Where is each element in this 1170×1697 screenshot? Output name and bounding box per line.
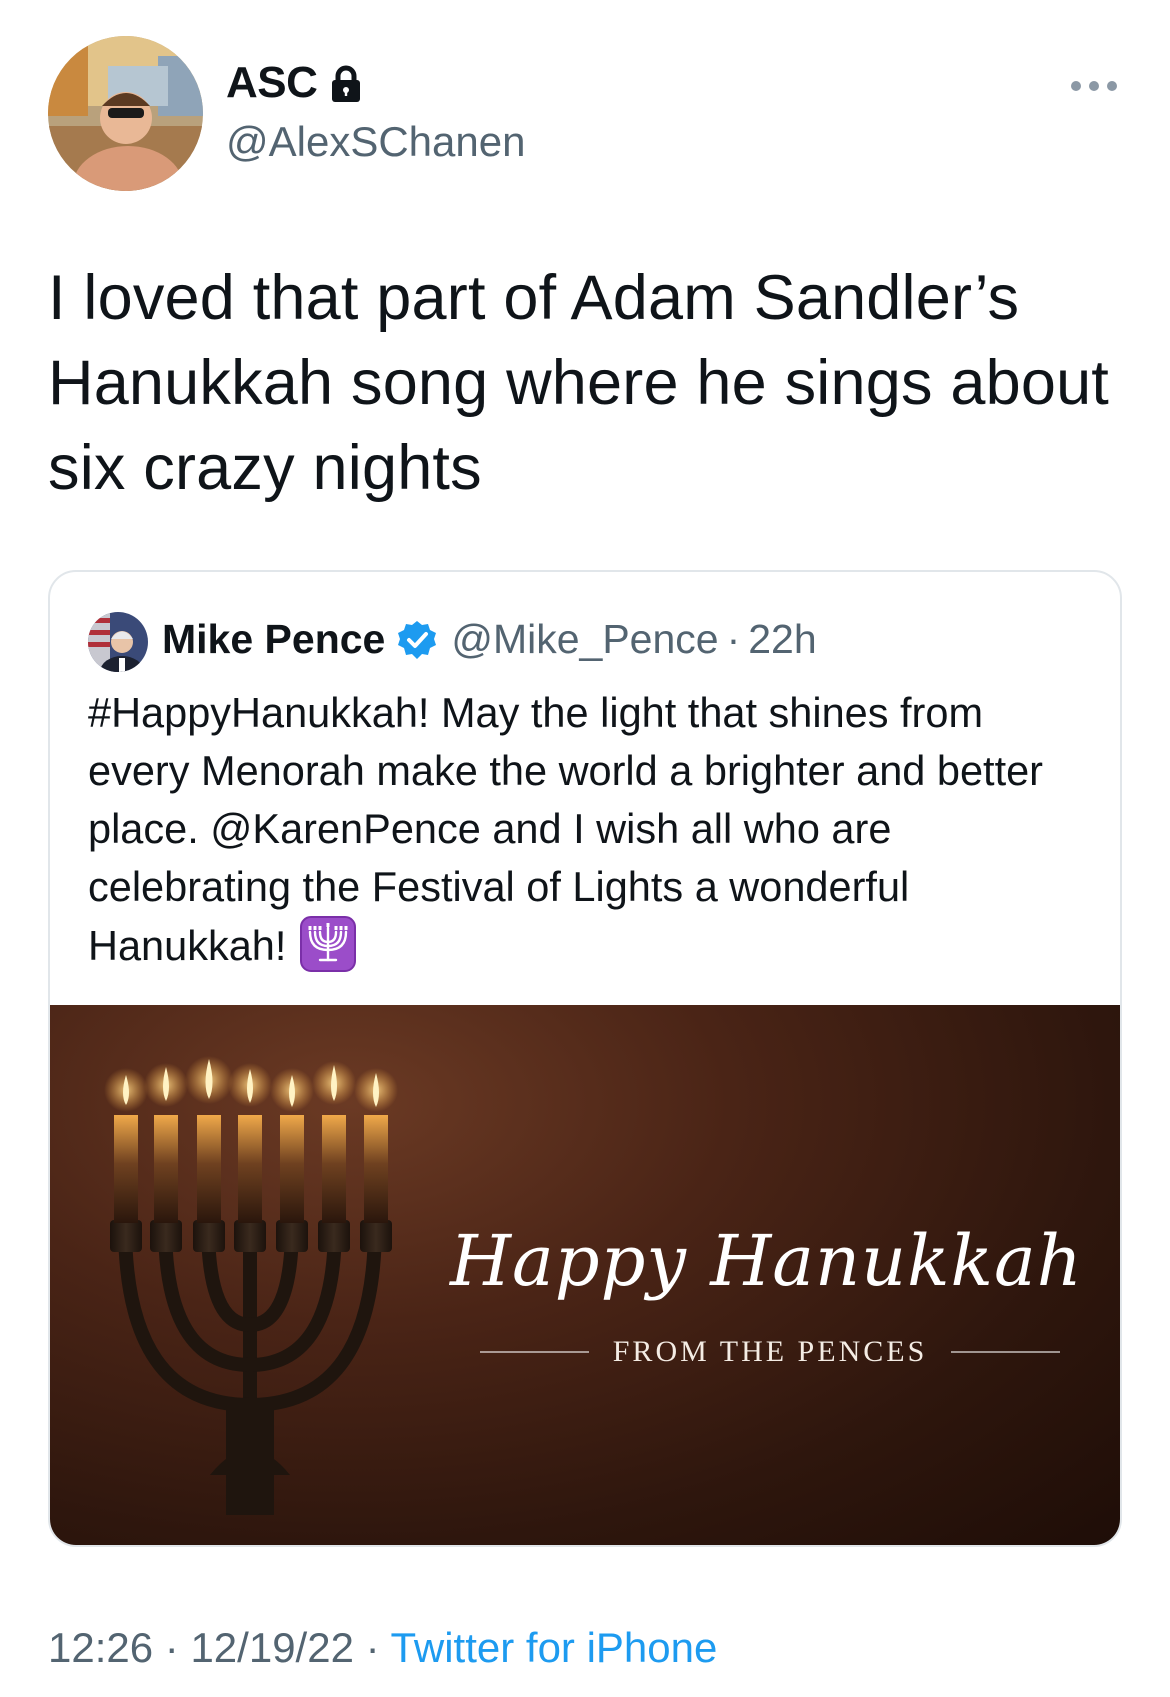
quoted-tweet-text-body: #HappyHanukkah! May the light that shine… bbox=[88, 689, 1044, 969]
meta-separator: · bbox=[164, 1624, 179, 1671]
tweet-time[interactable]: 12:26 bbox=[48, 1624, 153, 1671]
image-subline: FROM THE PENCES bbox=[612, 1335, 928, 1368]
verified-badge-icon bbox=[398, 620, 437, 659]
quoted-separator: · bbox=[726, 616, 741, 662]
quoted-author-avatar-image bbox=[88, 612, 148, 672]
quoted-display-name[interactable]: Mike Pence bbox=[162, 616, 385, 663]
tweet-date[interactable]: 12/19/22 bbox=[190, 1624, 354, 1671]
image-subline-row: FROM THE PENCES bbox=[480, 1335, 1061, 1369]
lock-icon bbox=[332, 65, 361, 102]
tweet-source-link[interactable]: Twitter for iPhone bbox=[391, 1624, 718, 1671]
quoted-tweet-card[interactable]: Mike Pence @Mike_Pence · 22h #HappyHanuk… bbox=[48, 570, 1122, 1547]
quoted-author-avatar[interactable] bbox=[88, 612, 148, 672]
image-divider-left bbox=[480, 1351, 589, 1353]
author-avatar[interactable] bbox=[48, 36, 203, 191]
author-display-name[interactable]: ASC bbox=[226, 58, 318, 108]
tweet-metadata: 12:26 · 12/19/22 · Twitter for iPhone bbox=[48, 1624, 717, 1672]
quoted-header: Mike Pence @Mike_Pence · 22h bbox=[162, 616, 817, 663]
quoted-handle[interactable]: @Mike_Pence bbox=[451, 616, 718, 663]
tweet-text: I loved that part of Adam Sandler’s Hanu… bbox=[48, 263, 1110, 503]
author-handle[interactable]: @AlexSChanen bbox=[226, 118, 525, 166]
more-icon[interactable] bbox=[1070, 78, 1118, 94]
meta-separator: · bbox=[365, 1624, 380, 1671]
image-headline: Happy Hanukkah bbox=[450, 1220, 1083, 1302]
author-avatar-image bbox=[48, 36, 203, 191]
quoted-timestamp[interactable]: 22h bbox=[748, 616, 816, 663]
image-divider-right bbox=[951, 1351, 1061, 1353]
quoted-media-image[interactable]: Happy Hanukkah FROM THE PENCES bbox=[50, 1005, 1120, 1545]
menorah-emoji bbox=[300, 916, 357, 972]
author-display-name-row[interactable]: ASC bbox=[226, 58, 361, 108]
quoted-tweet-text: #HappyHanukkah! May the light that shine… bbox=[88, 684, 1088, 975]
